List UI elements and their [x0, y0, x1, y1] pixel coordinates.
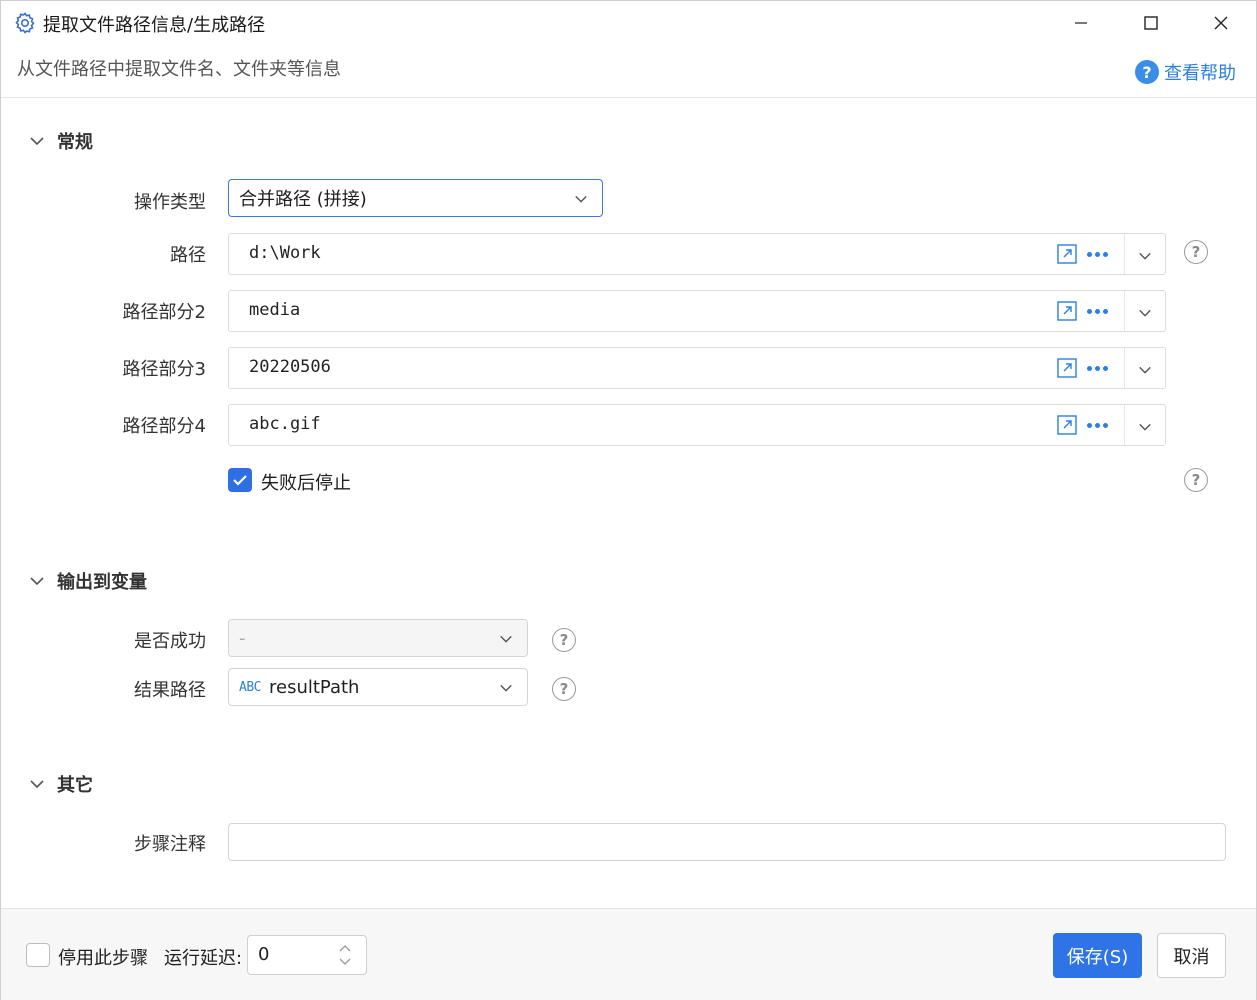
- path-label-1: 路径: [170, 245, 206, 266]
- maximize-icon: [1144, 16, 1158, 30]
- string-type-icon: ABC: [239, 679, 261, 695]
- path-value-2: media: [249, 300, 301, 320]
- minimize-button[interactable]: [1046, 1, 1116, 45]
- save-button[interactable]: 保存(S): [1053, 933, 1142, 978]
- path-help-icon[interactable]: ?: [1184, 240, 1208, 264]
- path-label-2: 路径部分2: [122, 302, 206, 323]
- operation-type-select[interactable]: 合并路径 (拼接): [228, 179, 603, 217]
- title-bar: 提取文件路径信息/生成路径: [1, 1, 1256, 45]
- chevron-down-icon: [30, 577, 44, 586]
- run-delay-value: 0: [258, 944, 270, 965]
- section-other-header[interactable]: 其它: [29, 771, 93, 797]
- success-label: 是否成功: [134, 631, 206, 652]
- dialog-window: 提取文件路径信息/生成路径 从文件路径中提取文件名、文件夹等信息 ? 查看帮助 …: [0, 0, 1257, 1000]
- chevron-down-icon: [30, 780, 44, 789]
- help-icon: ?: [1135, 60, 1159, 84]
- path-label-3: 路径部分3: [122, 359, 206, 380]
- result-path-value: resultPath: [268, 676, 360, 698]
- path-input-4[interactable]: abc.gif: [228, 404, 1166, 446]
- result-path-help-icon[interactable]: ?: [552, 677, 576, 701]
- window-title: 提取文件路径信息/生成路径: [43, 15, 266, 36]
- help-link-label: 查看帮助: [1164, 63, 1236, 84]
- window-subtitle: 从文件路径中提取文件名、文件夹等信息: [17, 59, 341, 80]
- operation-type-label: 操作类型: [134, 192, 206, 213]
- dialog-footer: 停用此步骤 运行延迟: 0 保存(S) 取消: [1, 908, 1256, 1000]
- operation-type-value: 合并路径 (拼接): [239, 189, 367, 210]
- stop-on-fail-label: 失败后停止: [261, 473, 351, 494]
- help-link[interactable]: ? 查看帮助: [1135, 59, 1236, 85]
- expand-icon[interactable]: [1057, 358, 1077, 378]
- section-general-header[interactable]: 常规: [29, 128, 93, 154]
- path-input-1[interactable]: d:\Work: [228, 233, 1166, 275]
- expand-icon[interactable]: [1057, 244, 1077, 264]
- path-input-2[interactable]: media: [228, 290, 1166, 332]
- section-general-title: 常规: [57, 132, 93, 153]
- run-delay-label: 运行延迟:: [164, 948, 243, 969]
- stop-on-fail-help-icon[interactable]: ?: [1184, 468, 1208, 492]
- minimize-icon: [1075, 22, 1087, 24]
- header-divider: [1, 97, 1256, 98]
- stop-on-fail-checkbox[interactable]: [228, 468, 252, 492]
- maximize-button[interactable]: [1116, 1, 1186, 45]
- close-button[interactable]: [1186, 1, 1256, 45]
- chevron-down-icon: [500, 635, 512, 643]
- disable-step-checkbox[interactable]: [26, 943, 50, 967]
- expand-icon[interactable]: [1057, 301, 1077, 321]
- check-icon: [233, 475, 247, 486]
- step-comment-input[interactable]: [228, 823, 1226, 861]
- stepper-arrows-icon[interactable]: [338, 942, 352, 968]
- chevron-down-icon: [575, 195, 587, 203]
- chevron-down-icon[interactable]: [1138, 363, 1152, 377]
- more-icon[interactable]: [1087, 301, 1108, 321]
- close-icon: [1214, 16, 1228, 30]
- success-help-icon[interactable]: ?: [552, 628, 576, 652]
- chevron-down-icon[interactable]: [1138, 306, 1152, 320]
- disable-step-label: 停用此步骤: [58, 948, 148, 969]
- path-value-3: 20220506: [249, 357, 331, 377]
- section-output-header[interactable]: 输出到变量: [29, 568, 147, 594]
- section-output-title: 输出到变量: [57, 572, 147, 593]
- path-value-4: abc.gif: [249, 414, 321, 434]
- run-delay-stepper[interactable]: 0: [247, 935, 367, 975]
- more-icon[interactable]: [1087, 358, 1108, 378]
- expand-icon[interactable]: [1057, 415, 1077, 435]
- more-icon[interactable]: [1087, 415, 1108, 435]
- path-input-3[interactable]: 20220506: [228, 347, 1166, 389]
- success-variable-select[interactable]: -: [228, 619, 528, 657]
- cancel-button[interactable]: 取消: [1157, 933, 1226, 978]
- path-label-4: 路径部分4: [122, 416, 206, 437]
- step-comment-label: 步骤注释: [134, 834, 206, 855]
- chevron-down-icon[interactable]: [1138, 249, 1152, 263]
- chevron-down-icon[interactable]: [1138, 420, 1152, 434]
- more-icon[interactable]: [1087, 244, 1108, 264]
- path-value-1: d:\Work: [249, 243, 321, 263]
- section-other-title: 其它: [57, 775, 93, 796]
- chevron-down-icon: [30, 137, 44, 146]
- gear-icon: [13, 11, 37, 35]
- result-path-label: 结果路径: [134, 680, 206, 701]
- result-path-select[interactable]: ABC resultPath: [228, 668, 528, 706]
- success-variable-value: -: [239, 627, 246, 649]
- chevron-down-icon: [500, 684, 512, 692]
